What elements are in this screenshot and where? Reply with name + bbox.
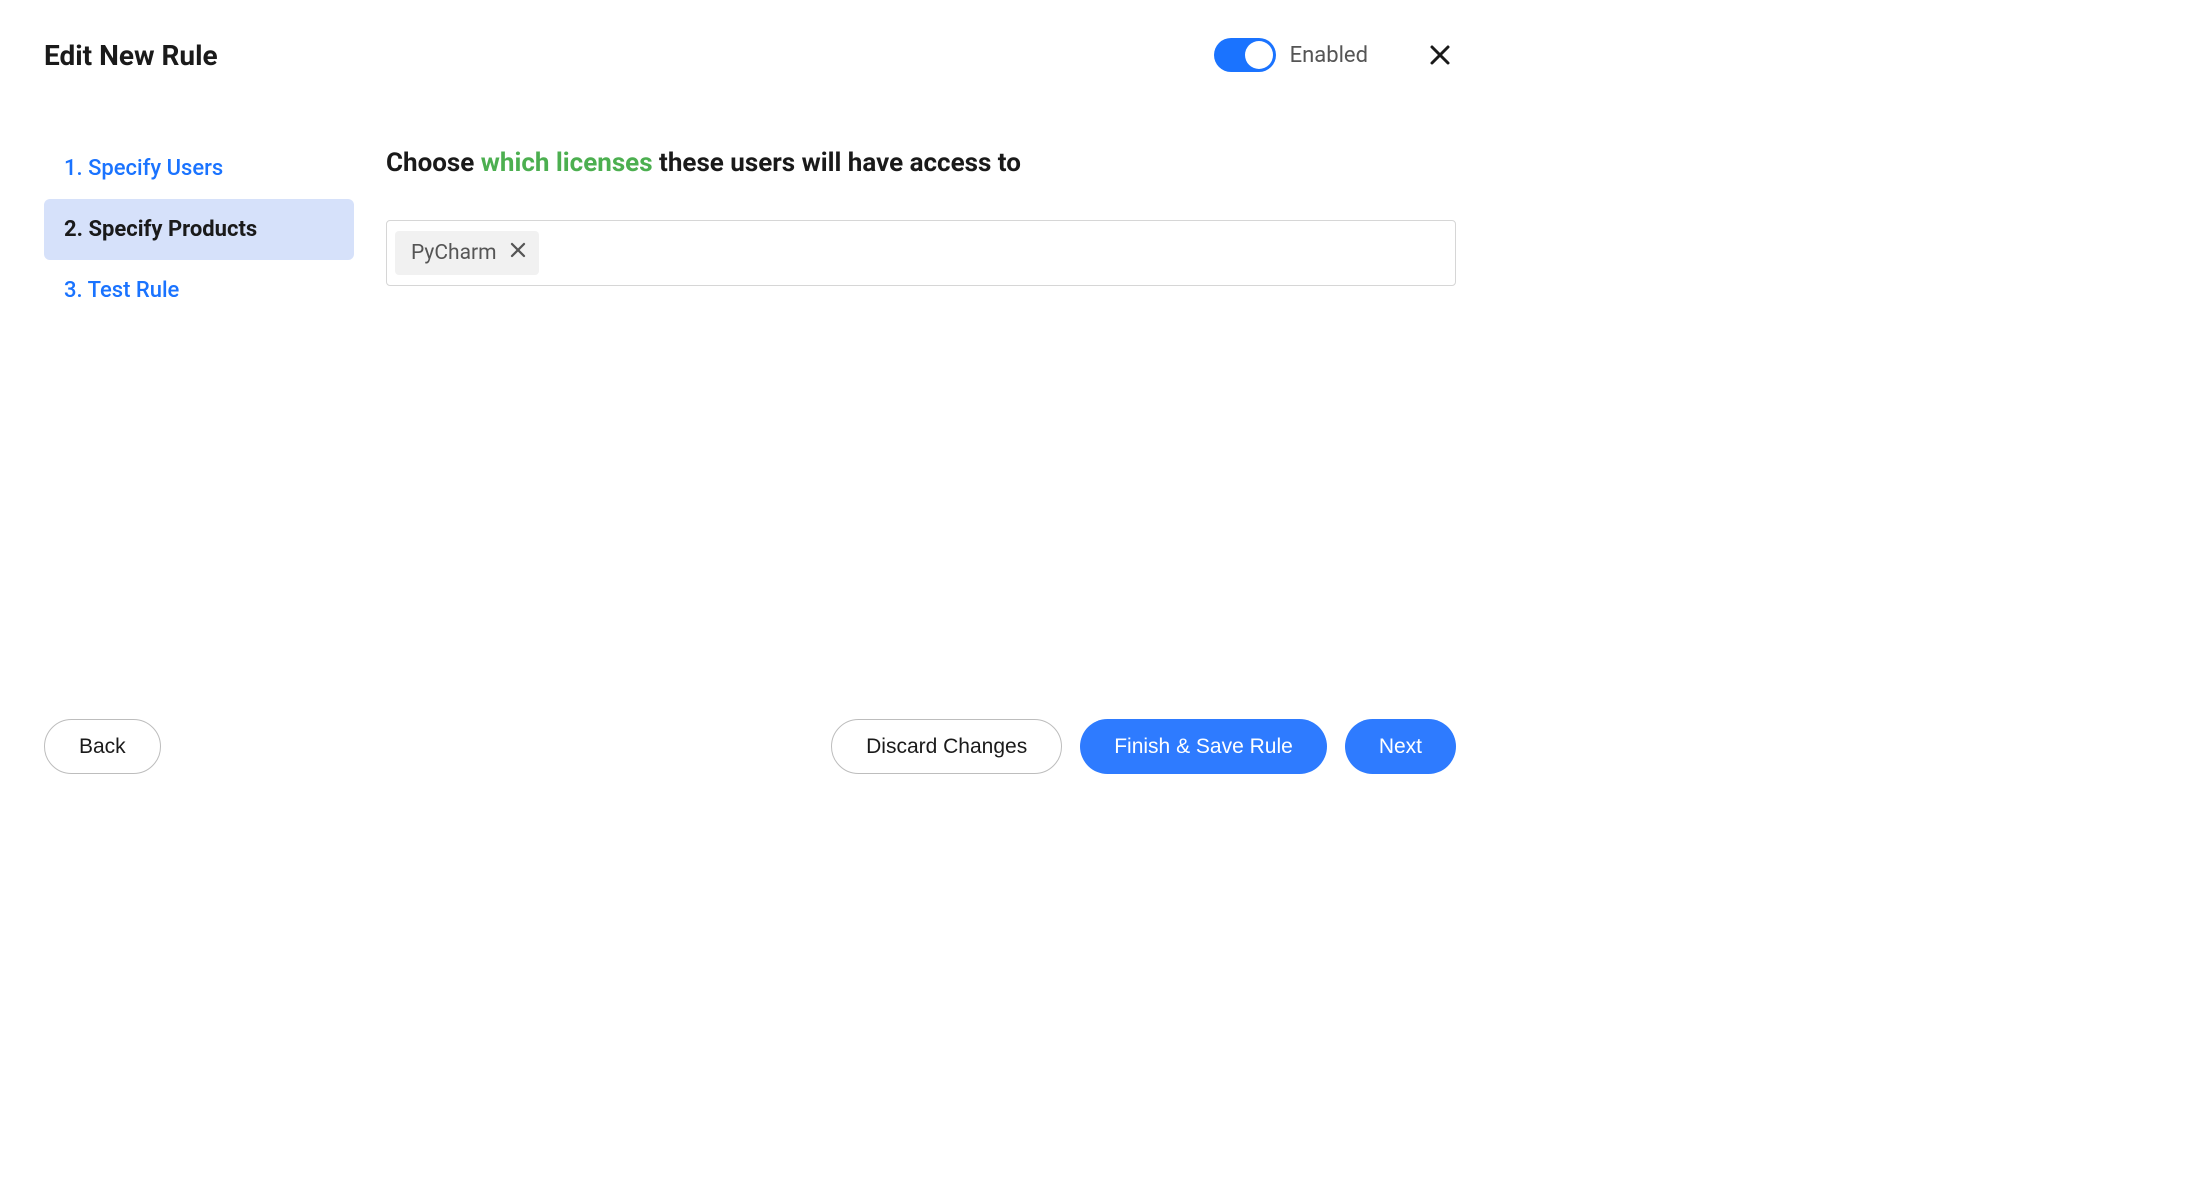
product-tag: PyCharm: [395, 231, 539, 275]
next-button[interactable]: Next: [1345, 719, 1456, 774]
heading-suffix: these users will have access to: [653, 148, 1021, 178]
section-heading: Choose which licenses these users will h…: [386, 148, 1456, 178]
product-tag-remove[interactable]: [509, 241, 527, 265]
enabled-toggle[interactable]: [1214, 38, 1276, 72]
back-button[interactable]: Back: [44, 719, 161, 774]
discard-changes-button[interactable]: Discard Changes: [831, 719, 1062, 774]
heading-highlight: which licenses: [481, 148, 653, 178]
wizard-steps: 1. Specify Users 2. Specify Products 3. …: [0, 138, 354, 321]
product-tag-label: PyCharm: [411, 241, 497, 265]
enabled-toggle-label: Enabled: [1290, 43, 1368, 68]
step-specify-products[interactable]: 2. Specify Products: [44, 199, 354, 260]
close-button[interactable]: [1424, 39, 1456, 71]
product-select-input[interactable]: PyCharm: [386, 220, 1456, 286]
step-specify-users[interactable]: 1. Specify Users: [44, 138, 354, 199]
close-icon: [1428, 43, 1452, 67]
enabled-toggle-group: Enabled: [1214, 38, 1368, 72]
close-icon: [509, 241, 527, 265]
finish-save-rule-button[interactable]: Finish & Save Rule: [1080, 719, 1327, 774]
page-title: Edit New Rule: [44, 39, 218, 72]
step-test-rule[interactable]: 3. Test Rule: [44, 260, 354, 321]
heading-prefix: Choose: [386, 148, 481, 178]
